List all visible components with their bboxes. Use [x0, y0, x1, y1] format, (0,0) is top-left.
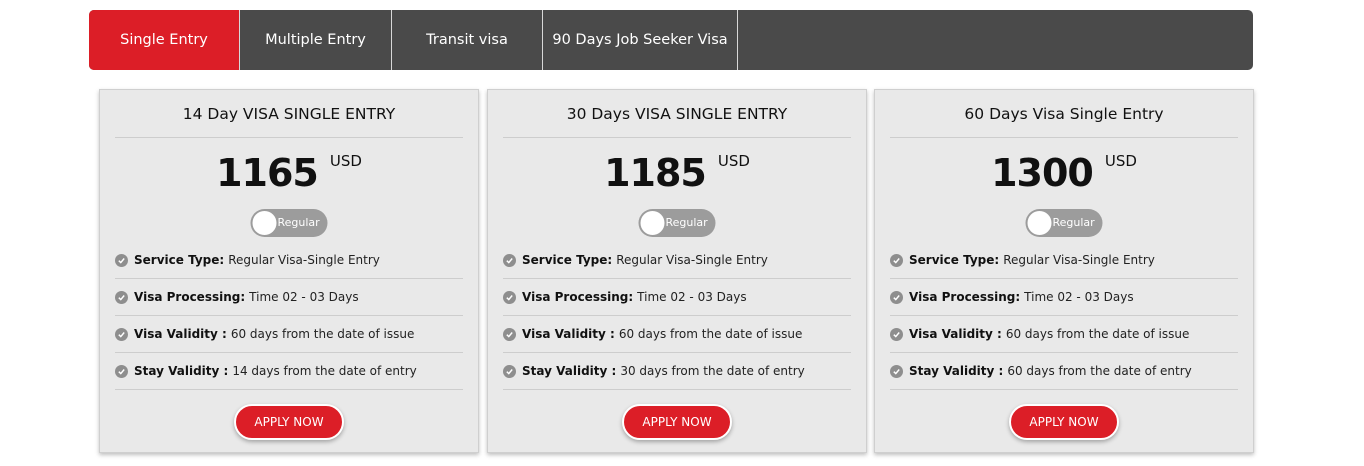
- visa-card-30-day: 30 Days VISA SINGLE ENTRY 1185 USD Regul…: [487, 89, 867, 453]
- check-circle-icon: [890, 327, 903, 341]
- list-item: Visa Processing: Time 02 - 03 Days: [503, 279, 851, 316]
- price: 1165 USD: [100, 148, 478, 198]
- check-circle-icon: [890, 290, 903, 304]
- apply-now-button[interactable]: APPLY NOW: [622, 404, 732, 440]
- feature-list: Service Type: Regular Visa-Single Entry …: [115, 242, 463, 390]
- card-title: 14 Day VISA SINGLE ENTRY: [115, 90, 463, 138]
- check-circle-icon: [503, 327, 516, 341]
- price-currency: USD: [329, 152, 362, 170]
- feature-label: Visa Validity :: [134, 327, 227, 341]
- toggle-label: Regular: [665, 216, 708, 229]
- check-circle-icon: [503, 364, 516, 378]
- feature-value: 60 days from the date of issue: [618, 327, 803, 341]
- service-toggle[interactable]: Regular: [250, 209, 328, 237]
- list-item: Service Type: Regular Visa-Single Entry: [503, 242, 851, 279]
- apply-now-button[interactable]: APPLY NOW: [1009, 404, 1119, 440]
- card-title: 30 Days VISA SINGLE ENTRY: [503, 90, 851, 138]
- list-item: Visa Validity : 60 days from the date of…: [503, 316, 851, 353]
- check-circle-icon: [115, 253, 128, 267]
- feature-value: Regular Visa-Single Entry: [228, 253, 380, 267]
- list-item: Stay Validity : 60 days from the date of…: [890, 353, 1238, 390]
- feature-label: Service Type:: [909, 253, 1000, 267]
- feature-label: Visa Processing:: [522, 290, 634, 304]
- feature-label: Visa Validity :: [522, 327, 615, 341]
- tab-single-entry[interactable]: Single Entry: [89, 10, 240, 70]
- feature-label: Visa Processing:: [134, 290, 246, 304]
- check-circle-icon: [503, 290, 516, 304]
- visa-type-tabs: Single Entry Multiple Entry Transit visa…: [89, 10, 1253, 70]
- price-amount: 1165: [216, 151, 319, 195]
- service-toggle[interactable]: Regular: [638, 209, 716, 237]
- toggle-knob: [640, 211, 665, 235]
- check-circle-icon: [503, 253, 516, 267]
- apply-now-button[interactable]: APPLY NOW: [234, 404, 344, 440]
- check-circle-icon: [890, 253, 903, 267]
- feature-value: 60 days from the date of entry: [1007, 364, 1192, 378]
- feature-value: 14 days from the date of entry: [232, 364, 417, 378]
- price-currency: USD: [1104, 152, 1137, 170]
- list-item: Visa Processing: Time 02 - 03 Days: [890, 279, 1238, 316]
- toggle-label: Regular: [1052, 216, 1095, 229]
- check-circle-icon: [115, 364, 128, 378]
- feature-label: Service Type:: [134, 253, 225, 267]
- check-circle-icon: [890, 364, 903, 378]
- service-toggle[interactable]: Regular: [1025, 209, 1103, 237]
- price-amount: 1185: [604, 151, 707, 195]
- feature-value: 30 days from the date of entry: [620, 364, 805, 378]
- list-item: Service Type: Regular Visa-Single Entry: [890, 242, 1238, 279]
- list-item: Visa Validity : 60 days from the date of…: [890, 316, 1238, 353]
- price-currency: USD: [717, 152, 750, 170]
- price: 1185 USD: [488, 148, 866, 198]
- feature-label: Stay Validity :: [134, 364, 229, 378]
- feature-label: Stay Validity :: [909, 364, 1004, 378]
- feature-value: 60 days from the date of issue: [230, 327, 415, 341]
- feature-value: Regular Visa-Single Entry: [616, 253, 768, 267]
- price-amount: 1300: [991, 151, 1094, 195]
- tab-job-seeker-visa[interactable]: 90 Days Job Seeker Visa: [543, 10, 738, 70]
- feature-list: Service Type: Regular Visa-Single Entry …: [503, 242, 851, 390]
- list-item: Stay Validity : 14 days from the date of…: [115, 353, 463, 390]
- feature-label: Service Type:: [522, 253, 613, 267]
- feature-value: Time 02 - 03 Days: [249, 290, 359, 304]
- feature-label: Visa Validity :: [909, 327, 1002, 341]
- toggle-knob: [1027, 211, 1052, 235]
- check-circle-icon: [115, 290, 128, 304]
- feature-list: Service Type: Regular Visa-Single Entry …: [890, 242, 1238, 390]
- check-circle-icon: [115, 327, 128, 341]
- feature-value: Regular Visa-Single Entry: [1003, 253, 1155, 267]
- toggle-knob: [252, 211, 277, 235]
- card-title: 60 Days Visa Single Entry: [890, 90, 1238, 138]
- feature-value: Time 02 - 03 Days: [1024, 290, 1134, 304]
- list-item: Visa Validity : 60 days from the date of…: [115, 316, 463, 353]
- feature-label: Stay Validity :: [522, 364, 617, 378]
- feature-value: 60 days from the date of issue: [1005, 327, 1190, 341]
- feature-label: Visa Processing:: [909, 290, 1021, 304]
- tab-multiple-entry[interactable]: Multiple Entry: [240, 10, 392, 70]
- list-item: Visa Processing: Time 02 - 03 Days: [115, 279, 463, 316]
- visa-card-60-day: 60 Days Visa Single Entry 1300 USD Regul…: [874, 89, 1254, 453]
- tab-transit-visa[interactable]: Transit visa: [392, 10, 543, 70]
- visa-card-14-day: 14 Day VISA SINGLE ENTRY 1165 USD Regula…: [99, 89, 479, 453]
- price: 1300 USD: [875, 148, 1253, 198]
- list-item: Service Type: Regular Visa-Single Entry: [115, 242, 463, 279]
- toggle-label: Regular: [277, 216, 320, 229]
- feature-value: Time 02 - 03 Days: [637, 290, 747, 304]
- list-item: Stay Validity : 30 days from the date of…: [503, 353, 851, 390]
